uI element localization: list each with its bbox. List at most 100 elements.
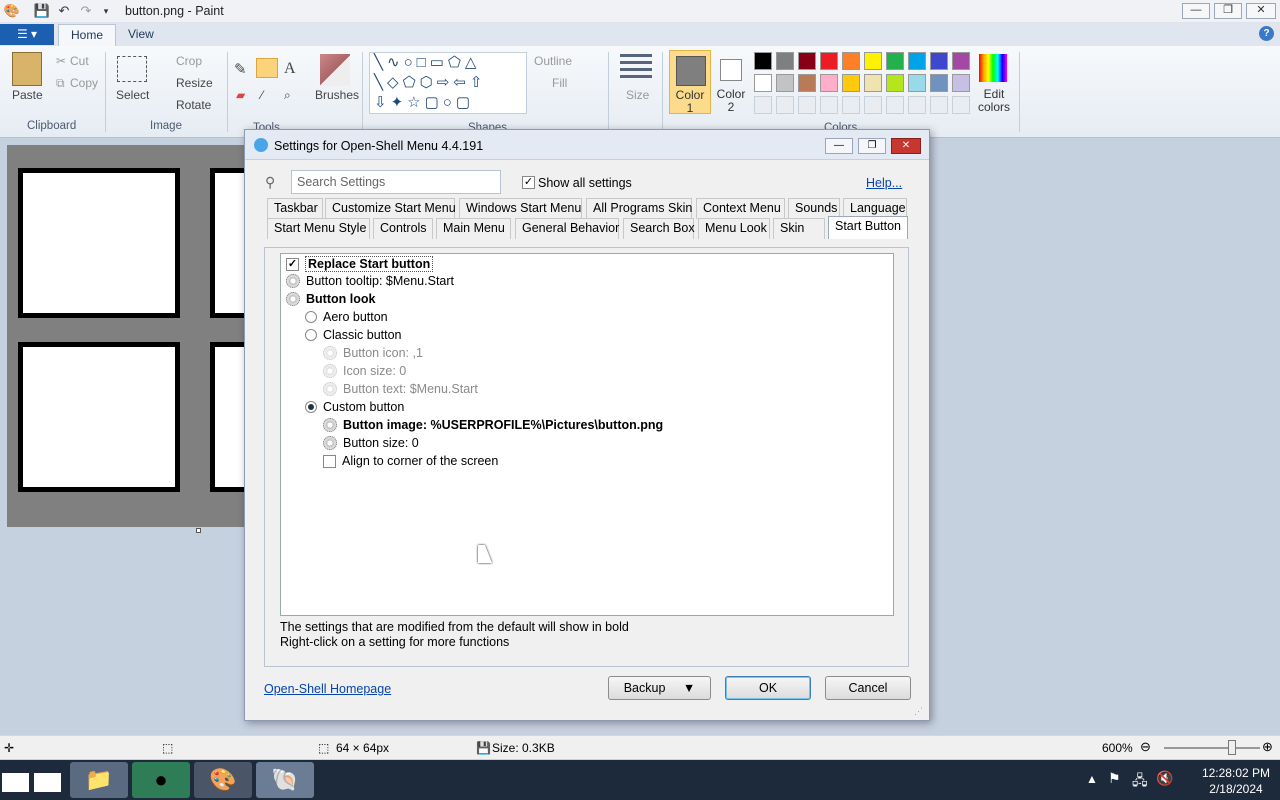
palette-color-swatch[interactable] xyxy=(952,74,970,92)
setting-row[interactable]: Button size: 0 xyxy=(323,436,419,450)
setting-checkbox[interactable]: ✓ xyxy=(286,257,299,271)
image-canvas[interactable] xyxy=(7,145,250,527)
canvas-resize-handle[interactable] xyxy=(196,528,201,533)
select-button[interactable]: Select xyxy=(116,88,149,102)
tab-context-menu[interactable]: Context Menu xyxy=(696,198,785,219)
tab-menu-look[interactable]: Menu Look xyxy=(698,218,770,239)
size-icon[interactable] xyxy=(620,54,652,80)
tab-view[interactable]: View xyxy=(116,24,166,46)
shapes-gallery[interactable]: ╲∿○□▭⬠△ ╲◇⬠⬡⇨⇦⇧ ⇩✦☆▢○▢ xyxy=(369,52,527,114)
palette-color-swatch[interactable] xyxy=(820,96,838,114)
rotate-button[interactable]: Rotate xyxy=(176,98,211,112)
tab-main-menu[interactable]: Main Menu xyxy=(436,218,511,239)
palette-color-swatch[interactable] xyxy=(864,96,882,114)
palette-color-swatch[interactable] xyxy=(952,52,970,70)
action-center-flag-icon[interactable]: ⚑ xyxy=(1108,770,1121,787)
palette-color-swatch[interactable] xyxy=(864,52,882,70)
palette-color-swatch[interactable] xyxy=(798,96,816,114)
fill-bucket-icon[interactable] xyxy=(256,58,278,78)
setting-row[interactable]: Classic button xyxy=(305,328,402,342)
palette-color-swatch[interactable] xyxy=(798,74,816,92)
backup-button[interactable]: Backup ▼ xyxy=(608,676,711,700)
palette-color-swatch[interactable] xyxy=(776,52,794,70)
cancel-button[interactable]: Cancel xyxy=(825,676,911,700)
color-picker-icon[interactable]: ⁄ xyxy=(261,88,263,102)
setting-radio[interactable] xyxy=(305,329,317,341)
setting-row[interactable]: Button image: %USERPROFILE%\Pictures\but… xyxy=(323,418,663,432)
color2-button[interactable]: Color 2 xyxy=(714,50,748,114)
ok-button[interactable]: OK xyxy=(725,676,811,700)
setting-row[interactable]: Custom button xyxy=(305,400,404,414)
tab-search-box[interactable]: Search Box xyxy=(623,218,695,239)
maximize-button[interactable]: ❐ xyxy=(1214,3,1242,19)
help-link[interactable]: Help... xyxy=(866,176,902,190)
palette-color-swatch[interactable] xyxy=(754,52,772,70)
minimize-button[interactable]: — xyxy=(1182,3,1210,19)
paste-icon[interactable] xyxy=(12,52,42,86)
setting-row[interactable]: Icon size: 0 xyxy=(323,364,406,378)
show-all-settings-checkbox[interactable]: ✓ xyxy=(522,176,535,189)
palette-color-swatch[interactable] xyxy=(842,52,860,70)
desktop-thumb-icon[interactable] xyxy=(2,773,29,792)
volume-muted-icon[interactable]: 🔇 xyxy=(1156,770,1173,787)
brushes-icon[interactable] xyxy=(320,54,350,86)
tab-taskbar[interactable]: Taskbar xyxy=(267,198,323,219)
palette-color-swatch[interactable] xyxy=(930,52,948,70)
undo-icon[interactable]: ↶ xyxy=(56,3,72,19)
quick-access-dropdown-icon[interactable]: ▾ xyxy=(98,3,114,19)
search-settings-input[interactable]: Search Settings xyxy=(291,170,501,194)
edit-colors-icon[interactable] xyxy=(979,54,1007,82)
palette-color-swatch[interactable] xyxy=(886,96,904,114)
palette-color-swatch[interactable] xyxy=(886,52,904,70)
pencil-icon[interactable]: ✎ xyxy=(234,60,247,78)
cut-button[interactable]: Cut xyxy=(70,54,89,68)
setting-row[interactable]: Aero button xyxy=(305,310,388,324)
dialog-minimize-button[interactable]: — xyxy=(825,138,853,154)
edit-colors-button[interactable]: Edit colors xyxy=(972,88,1016,114)
palette-color-swatch[interactable] xyxy=(842,96,860,114)
dialog-maximize-button[interactable]: ❐ xyxy=(858,138,886,154)
copy-button[interactable]: Copy xyxy=(70,76,98,90)
help-icon[interactable]: ? xyxy=(1259,26,1274,41)
palette-color-swatch[interactable] xyxy=(864,74,882,92)
resize-grip-icon[interactable]: ⋰ xyxy=(914,706,923,717)
dialog-close-button[interactable]: ✕ xyxy=(891,138,921,154)
palette-color-swatch[interactable] xyxy=(798,52,816,70)
palette-color-swatch[interactable] xyxy=(930,74,948,92)
palette-color-swatch[interactable] xyxy=(952,96,970,114)
tab-windows-start-menu[interactable]: Windows Start Menu xyxy=(459,198,582,219)
palette-color-swatch[interactable] xyxy=(886,74,904,92)
network-icon[interactable]: 🖧 xyxy=(1132,770,1148,794)
clock[interactable]: 12:28:02 PM 2/18/2024 xyxy=(1202,765,1270,797)
zoom-slider-track[interactable] xyxy=(1164,747,1260,749)
palette-color-swatch[interactable] xyxy=(754,96,772,114)
palette-color-swatch[interactable] xyxy=(754,74,772,92)
file-explorer-icon[interactable]: 📁 xyxy=(70,762,128,798)
desktop-thumb-icon[interactable] xyxy=(34,773,61,792)
palette-color-swatch[interactable] xyxy=(930,96,948,114)
tab-controls[interactable]: Controls xyxy=(373,218,433,239)
size-button[interactable]: Size xyxy=(626,88,649,102)
palette-color-swatch[interactable] xyxy=(842,74,860,92)
homepage-link[interactable]: Open-Shell Homepage xyxy=(264,682,391,696)
setting-radio[interactable] xyxy=(305,401,317,413)
palette-color-swatch[interactable] xyxy=(776,74,794,92)
eraser-icon[interactable]: ▰ xyxy=(236,88,245,102)
tab-start-button[interactable]: Start Button xyxy=(828,216,908,239)
palette-color-swatch[interactable] xyxy=(776,96,794,114)
close-button[interactable]: ✕ xyxy=(1246,3,1276,19)
magnifier-icon[interactable]: ⌕ xyxy=(284,88,291,103)
resize-button[interactable]: Resize xyxy=(176,76,213,90)
palette-color-swatch[interactable] xyxy=(908,74,926,92)
palette-color-swatch[interactable] xyxy=(820,52,838,70)
tab-general-behavior[interactable]: General Behavior xyxy=(515,218,619,239)
setting-radio[interactable] xyxy=(305,311,317,323)
save-icon[interactable]: 💾 xyxy=(34,3,50,19)
open-shell-taskbar-icon[interactable]: 🐚 xyxy=(256,762,314,798)
file-menu-button[interactable]: ☰ ▾ xyxy=(0,24,54,45)
setting-checkbox[interactable] xyxy=(323,454,336,468)
palette-color-swatch[interactable] xyxy=(820,74,838,92)
outline-dropdown[interactable]: Outline xyxy=(534,54,572,68)
zoom-out-button[interactable]: ⊖ xyxy=(1140,739,1151,755)
palette-color-swatch[interactable] xyxy=(908,96,926,114)
